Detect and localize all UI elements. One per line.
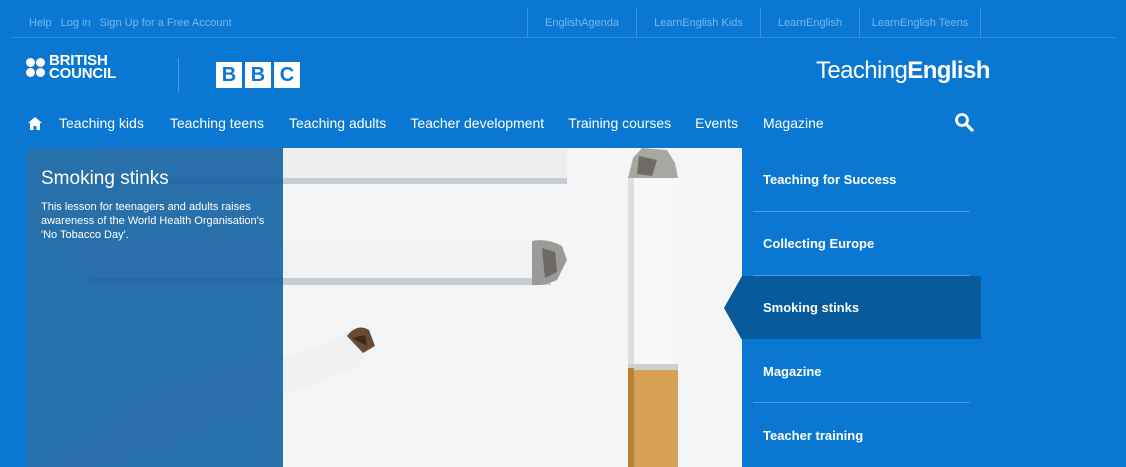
learnenglish-link[interactable]: LearnEnglish — [760, 8, 859, 38]
account-links: Help Log in Sign Up for a Free Account — [29, 8, 232, 38]
british-council-logo[interactable]: BRITISH COUNCIL — [26, 52, 116, 82]
utility-bar: Help Log in Sign Up for a Free Account E… — [10, 8, 1116, 38]
featured-item-teacher-training[interactable]: Teacher training — [742, 403, 981, 467]
featured-item-label: Collecting Europe — [763, 236, 875, 252]
logo-divider — [178, 58, 179, 92]
sister-sites-links: EnglishAgenda LearnEnglish Kids LearnEng… — [527, 8, 981, 38]
featured-item-label: Teacher training — [763, 427, 864, 443]
featured-item-teaching-for-success[interactable]: Teaching for Success — [742, 148, 981, 212]
nav-teaching-adults[interactable]: Teaching adults — [289, 115, 386, 131]
british-council-dots-icon — [26, 57, 45, 77]
featured-item-smoking-stinks[interactable]: Smoking stinks — [724, 275, 981, 340]
teaching-english-logo[interactable]: TeachingEnglish — [816, 57, 990, 85]
bbc-logo[interactable]: B B C — [216, 62, 300, 88]
nav-events[interactable]: Events — [695, 115, 738, 131]
bbc-letter: B — [245, 62, 271, 88]
learnenglish-teens-link[interactable]: LearnEnglish Teens — [859, 8, 981, 38]
featured-item-label: Smoking stinks — [763, 299, 860, 315]
learnenglish-kids-link[interactable]: LearnEnglish Kids — [636, 8, 760, 38]
bbc-letter: C — [274, 62, 300, 88]
hero-description: This lesson for teenagers and adults rai… — [41, 201, 265, 241]
featured-item-magazine[interactable]: Magazine — [742, 339, 981, 404]
featured-list: Teaching for Success Collecting Europe S… — [724, 148, 981, 467]
signup-link[interactable]: Sign Up for a Free Account — [100, 17, 232, 29]
logo-bold-part: English — [907, 57, 990, 84]
home-icon[interactable] — [28, 116, 42, 130]
bbc-letter: B — [216, 62, 242, 88]
hero-caption[interactable]: Smoking stinks This lesson for teenagers… — [27, 148, 283, 467]
logo-light-part: Teaching — [816, 57, 908, 84]
help-link[interactable]: Help — [29, 17, 52, 29]
nav-teaching-kids[interactable]: Teaching kids — [59, 115, 144, 131]
main-nav: Teaching kids Teaching teens Teaching ad… — [28, 112, 824, 134]
nav-magazine[interactable]: Magazine — [763, 115, 824, 131]
nav-training-courses[interactable]: Training courses — [568, 115, 671, 131]
login-link[interactable]: Log in — [61, 17, 91, 29]
featured-item-label: Magazine — [763, 363, 822, 379]
nav-teacher-development[interactable]: Teacher development — [410, 115, 544, 131]
nav-teaching-teens[interactable]: Teaching teens — [170, 115, 264, 131]
british-council-wordmark: BRITISH COUNCIL — [49, 52, 116, 82]
search-icon[interactable] — [954, 112, 974, 132]
englishagenda-link[interactable]: EnglishAgenda — [527, 8, 636, 38]
hero-carousel: Smoking stinks This lesson for teenagers… — [27, 148, 981, 467]
active-pointer-arrow — [724, 275, 742, 340]
featured-item-label: Teaching for Success — [763, 172, 897, 188]
hero-title[interactable]: Smoking stinks — [41, 168, 269, 190]
featured-item-collecting-europe[interactable]: Collecting Europe — [742, 212, 981, 276]
page-frame: Help Log in Sign Up for a Free Account E… — [10, 8, 1116, 467]
